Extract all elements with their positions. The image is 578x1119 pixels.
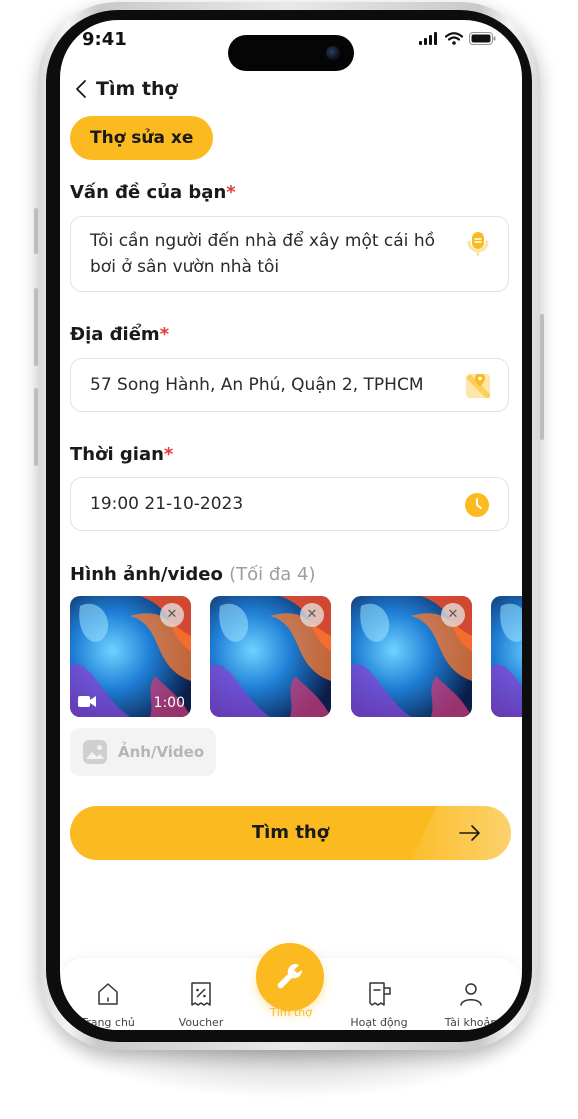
dynamic-island (228, 35, 354, 71)
activity-icon (369, 982, 391, 1006)
back-chevron-icon[interactable] (74, 79, 88, 99)
microphone-icon[interactable] (466, 231, 490, 257)
time-value: 19:00 21-10-2023 (90, 494, 244, 514)
smoke-image (491, 596, 522, 717)
time-field[interactable]: 19:00 21-10-2023 (70, 477, 509, 531)
remove-media-icon[interactable]: ✕ (300, 603, 324, 627)
location-field[interactable]: 57 Song Hành, An Phú, Quận 2, TPHCM (70, 358, 509, 412)
location-label-text: Địa điểm (70, 324, 160, 345)
map-pin-icon[interactable] (466, 374, 490, 398)
wrench-icon (277, 963, 303, 989)
find-worker-fab[interactable] (256, 943, 324, 1011)
wifi-icon (445, 32, 463, 45)
nav-item-home[interactable]: Trang chủ (68, 980, 148, 1029)
app-screen: 9:41 Tìm thợ Thợ sửa xe Vấn đề của bạn* (60, 20, 522, 1030)
media-thumbnail-4[interactable] (491, 596, 522, 717)
required-mark: * (159, 324, 170, 345)
arrow-right-icon (459, 825, 480, 841)
power-button (540, 314, 544, 440)
page-title: Tìm thợ (96, 78, 178, 100)
video-camera-icon (78, 696, 96, 707)
add-media-label: Ảnh/Video (118, 743, 205, 761)
status-time: 9:41 (82, 29, 127, 50)
problem-text-line-2: bơi ở sân vườn nhà tôi (90, 257, 280, 277)
header: Tìm thợ (74, 76, 178, 102)
status-icons (419, 32, 496, 45)
nav-item-voucher[interactable]: Voucher (161, 980, 241, 1029)
problem-label-text: Vấn đề của bạn (70, 182, 227, 203)
battery-icon (469, 32, 496, 45)
voucher-icon (191, 982, 211, 1006)
volume-down-button (34, 388, 38, 466)
time-label-text: Thời gian (70, 444, 164, 465)
required-mark: * (163, 444, 174, 465)
problem-label: Vấn đề của bạn* (70, 182, 236, 203)
find-worker-button[interactable]: Tìm thợ (70, 806, 511, 860)
nav-label-account: Tài khoản (444, 1016, 498, 1029)
location-label: Địa điểm* (70, 324, 169, 345)
find-worker-label: Tìm thợ (251, 822, 330, 843)
media-thumbnail-1[interactable]: ✕ 1:00 (70, 596, 191, 717)
nav-item-activity[interactable]: Hoạt động (339, 980, 419, 1029)
media-hint: (Tối đa 4) (229, 564, 316, 585)
video-duration: 1:00 (153, 695, 185, 711)
category-chip[interactable]: Thợ sửa xe (70, 116, 214, 160)
required-mark: * (226, 182, 236, 203)
add-media-button[interactable]: Ảnh/Video (70, 728, 216, 776)
remove-media-icon[interactable]: ✕ (441, 603, 465, 627)
nav-item-account[interactable]: Tài khoản (431, 980, 511, 1029)
problem-textarea[interactable]: Tôi cần người đến nhà để xây một cái hồ … (70, 216, 509, 292)
media-thumbnail-3[interactable]: ✕ (351, 596, 472, 717)
nav-label-voucher: Voucher (178, 1016, 224, 1029)
signal-icon (419, 32, 437, 45)
media-thumbnail-2[interactable]: ✕ (210, 596, 331, 717)
volume-up-button (34, 288, 38, 366)
nav-label-home: Trang chủ (81, 1016, 135, 1029)
user-icon (460, 983, 482, 1006)
image-icon (83, 740, 107, 764)
remove-media-icon[interactable]: ✕ (160, 603, 184, 627)
problem-text-line-1: Tôi cần người đến nhà để xây một cái hồ (90, 231, 435, 251)
location-value: 57 Song Hành, An Phú, Quận 2, TPHCM (90, 375, 424, 395)
media-label: Hình ảnh/video (Tối đa 4) (70, 564, 316, 585)
home-icon (98, 983, 118, 1005)
camera-icon (326, 46, 340, 60)
clock-icon[interactable] (464, 492, 490, 518)
media-label-text: Hình ảnh/video (70, 564, 223, 585)
time-label: Thời gian* (70, 444, 173, 465)
nav-label-activity: Hoạt động (350, 1016, 408, 1029)
mute-switch (34, 208, 38, 254)
